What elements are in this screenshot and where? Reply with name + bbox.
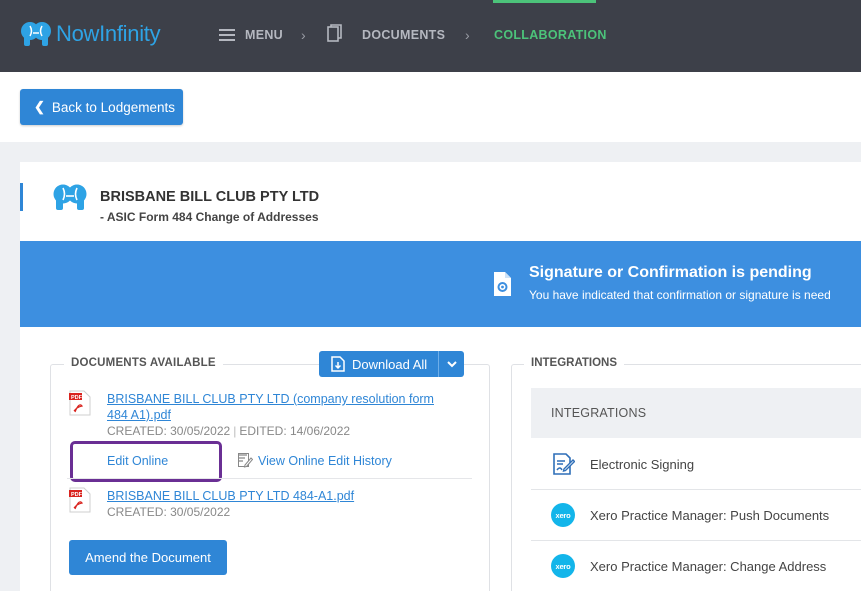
xero-icon-wrap: xero bbox=[551, 554, 575, 578]
pdf-file-icon: PDF bbox=[69, 487, 91, 513]
xero-icon-wrap: xero bbox=[551, 503, 575, 527]
nav-menu[interactable]: MENU bbox=[219, 28, 283, 42]
documents-section-label: DOCUMENTS AVAILABLE bbox=[64, 357, 223, 369]
download-all-button[interactable]: Download All bbox=[319, 351, 464, 377]
breadcrumb-separator-icon: › bbox=[465, 27, 470, 43]
pending-signature-banner bbox=[20, 241, 861, 327]
created-date: CREATED: 30/05/2022 bbox=[107, 505, 231, 519]
banner-subtitle: You have indicated that confirmation or … bbox=[529, 288, 831, 302]
document-link[interactable]: BRISBANE BILL CLUB PTY LTD (company reso… bbox=[107, 391, 434, 423]
document-divider bbox=[67, 478, 472, 479]
nowinfinity-logo[interactable]: NowInfinity bbox=[20, 20, 161, 48]
form-title: - ASIC Form 484 Change of Addresses bbox=[100, 210, 319, 224]
nav-collaboration[interactable]: COLLABORATION bbox=[494, 28, 607, 42]
nav-menu-label: MENU bbox=[245, 28, 284, 42]
document-link[interactable]: BRISBANE BILL CLUB PTY LTD 484-A1.pdf bbox=[107, 488, 354, 504]
nav-documents[interactable]: DOCUMENTS bbox=[362, 28, 445, 42]
chevron-left-icon: ❮ bbox=[34, 99, 45, 114]
xero-icon: xero bbox=[551, 554, 575, 578]
pdf-file-icon: PDF bbox=[69, 390, 91, 416]
hamburger-icon bbox=[219, 29, 235, 41]
integration-xero-push-documents[interactable]: xero Xero Practice Manager: Push Documen… bbox=[531, 490, 861, 541]
created-date: CREATED: 30/05/2022 bbox=[107, 424, 231, 438]
meta-separator: | bbox=[233, 424, 237, 438]
breadcrumb-separator-icon: › bbox=[301, 27, 306, 43]
document-name-line1: BRISBANE BILL CLUB PTY LTD (company reso… bbox=[107, 392, 434, 406]
download-dropdown-toggle[interactable] bbox=[438, 351, 464, 377]
logo-text: NowInfinity bbox=[56, 21, 161, 46]
document-name-line2: 484 A1).pdf bbox=[107, 408, 171, 422]
amend-document-button[interactable]: Amend the Document bbox=[69, 540, 227, 575]
logo-heads-icon bbox=[21, 22, 51, 46]
back-to-lodgements-button[interactable]: ❮ Back to Lodgements bbox=[20, 89, 183, 125]
nav-active-indicator bbox=[493, 0, 596, 3]
integration-electronic-signing[interactable]: Electronic Signing bbox=[531, 439, 861, 490]
edit-online-link[interactable]: Edit Online bbox=[107, 454, 168, 468]
integration-xero-change-address[interactable]: xero Xero Practice Manager: Change Addre… bbox=[531, 541, 861, 591]
document-dates: CREATED: 30/05/2022 | EDITED: 14/06/2022 bbox=[107, 424, 350, 438]
integration-label: Xero Practice Manager: Change Address bbox=[590, 558, 827, 574]
pdf-label-text: PDF bbox=[71, 492, 83, 498]
integrations-header: INTEGRATIONS bbox=[531, 388, 861, 438]
documents-icon bbox=[327, 24, 342, 42]
back-button-label: Back to Lodgements bbox=[51, 99, 175, 115]
edited-date: EDITED: 14/06/2022 bbox=[239, 424, 351, 438]
integrations-section-label: INTEGRATIONS bbox=[524, 357, 625, 369]
edit-history-icon bbox=[238, 453, 253, 468]
electronic-signing-icon bbox=[551, 452, 575, 476]
download-all-label: Download All bbox=[352, 356, 428, 372]
view-edit-history-link[interactable]: View Online Edit History bbox=[258, 454, 392, 468]
document-settings-icon bbox=[494, 272, 511, 296]
company-heads-icon bbox=[53, 184, 87, 210]
card-accent-bar bbox=[20, 183, 23, 211]
banner-title: Signature or Confirmation is pending bbox=[529, 264, 812, 281]
company-name: BRISBANE BILL CLUB PTY LTD bbox=[100, 189, 320, 205]
pdf-label-text: PDF bbox=[71, 395, 83, 401]
chevron-down-icon bbox=[446, 360, 457, 367]
download-file-icon bbox=[331, 356, 345, 372]
integration-label: Electronic Signing bbox=[590, 456, 695, 472]
xero-icon: xero bbox=[551, 503, 575, 527]
integration-label: Xero Practice Manager: Push Documents bbox=[590, 507, 830, 523]
